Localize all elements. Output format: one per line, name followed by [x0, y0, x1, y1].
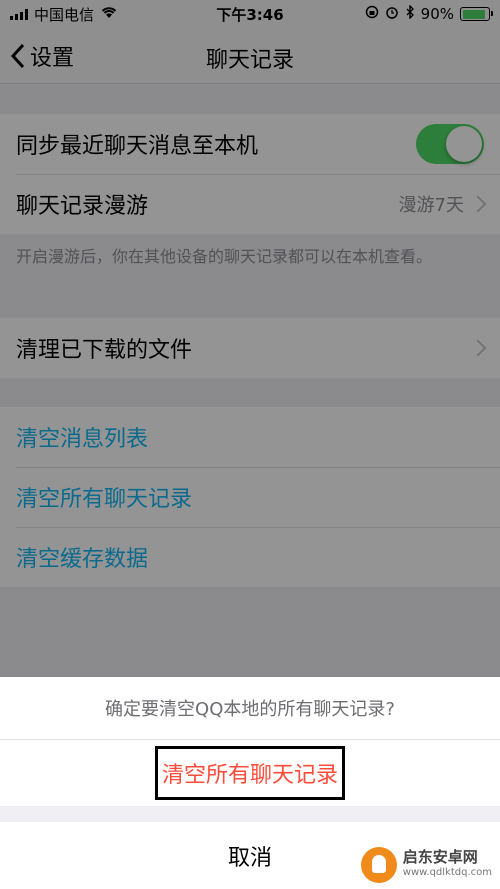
watermark: 启东安卓网 www.qdlktdq.com [360, 847, 492, 883]
action-sheet-title: 确定要清空QQ本地的所有聊天记录? [0, 677, 500, 740]
watermark-url: www.qdlktdq.com [402, 867, 492, 878]
watermark-logo-icon [360, 847, 397, 883]
confirm-clear-button[interactable]: 清空所有聊天记录 [154, 746, 345, 800]
watermark-name: 启东安卓网 [402, 848, 478, 866]
confirm-clear-row: 清空所有聊天记录 [0, 740, 500, 806]
